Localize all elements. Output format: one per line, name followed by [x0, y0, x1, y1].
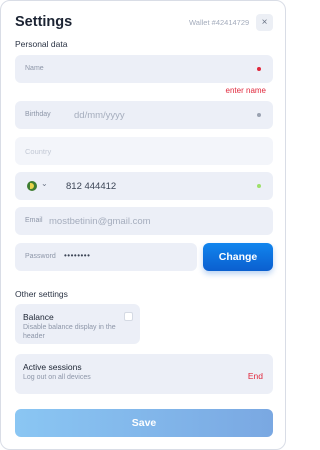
- status-dot-icon: [257, 113, 261, 117]
- balance-description: Disable balance display in the header: [23, 324, 116, 340]
- close-icon: ×: [261, 17, 268, 28]
- email-field[interactable]: Email mostbetinin@gmail.com: [15, 207, 273, 235]
- change-password-button[interactable]: Change: [203, 243, 273, 271]
- name-label: Name: [25, 65, 44, 72]
- save-button[interactable]: Save: [15, 409, 273, 437]
- error-indicator-icon: [257, 67, 261, 71]
- phone-value: 812 444412: [66, 181, 117, 192]
- email-value: mostbetinin@gmail.com: [49, 216, 151, 227]
- country-placeholder: Country: [25, 147, 52, 156]
- end-sessions-button[interactable]: End: [248, 371, 263, 381]
- personal-data-title: Personal data: [15, 39, 68, 49]
- birthday-label: Birthday: [25, 111, 51, 118]
- name-error: enter name: [225, 86, 266, 95]
- close-button[interactable]: ×: [256, 14, 273, 31]
- wallet-id: Wallet #42414729: [189, 18, 250, 27]
- birthday-placeholder: dd/mm/yyyy: [74, 110, 125, 121]
- balance-card: Balance Disable balance display in the h…: [15, 304, 140, 344]
- name-field[interactable]: Name: [15, 55, 273, 83]
- email-label: Email: [25, 217, 43, 224]
- password-value: ••••••••: [64, 251, 91, 260]
- page-title: Settings: [15, 14, 73, 30]
- birthday-field[interactable]: Birthday dd/mm/yyyy: [15, 101, 273, 129]
- settings-panel: Settings Wallet #42414729 × Personal dat…: [0, 0, 286, 450]
- sessions-description: Log out on all devices: [23, 374, 91, 381]
- phone-field[interactable]: ⌄ 812 444412: [15, 172, 273, 200]
- other-settings-title: Other settings: [15, 289, 68, 299]
- active-sessions-card: Active sessions Log out on all devices E…: [15, 354, 273, 394]
- password-field[interactable]: Password ••••••••: [15, 243, 197, 271]
- flag-icon[interactable]: [27, 181, 37, 191]
- password-label: Password: [25, 253, 56, 260]
- balance-title: Balance: [23, 312, 54, 322]
- sessions-title: Active sessions: [23, 362, 82, 372]
- balance-checkbox[interactable]: [124, 312, 133, 321]
- chevron-down-icon[interactable]: ⌄: [41, 179, 48, 188]
- country-field[interactable]: Country: [15, 137, 273, 165]
- valid-indicator-icon: [257, 184, 261, 188]
